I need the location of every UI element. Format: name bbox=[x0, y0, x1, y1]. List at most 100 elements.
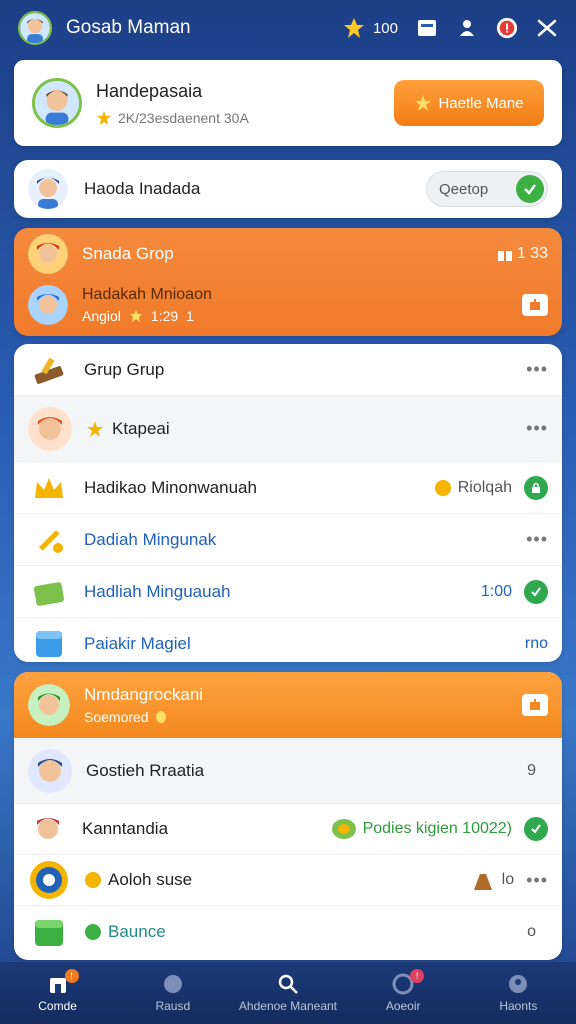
star-icon bbox=[343, 17, 365, 39]
more-icon[interactable]: ••• bbox=[526, 418, 548, 439]
share-icon[interactable] bbox=[522, 694, 548, 716]
notification-badge: ! bbox=[410, 969, 425, 983]
profile-icon bbox=[509, 975, 528, 993]
list-item[interactable]: Grup Grup ••• bbox=[14, 344, 562, 396]
featured-avatar bbox=[28, 234, 68, 274]
list-item[interactable]: Dadiah Mingunak ••• bbox=[14, 514, 562, 566]
badge-icon bbox=[85, 923, 101, 940]
group-avatar[interactable] bbox=[28, 169, 68, 209]
top-bar: Gosab Maman 100 bbox=[0, 0, 576, 56]
badge-icon bbox=[97, 110, 111, 125]
check-icon[interactable] bbox=[516, 175, 544, 203]
nav-profile[interactable]: Haonts bbox=[463, 973, 573, 1013]
lock-icon[interactable] bbox=[524, 475, 548, 500]
featured-sub-a: Angiol bbox=[82, 308, 121, 324]
bottom-group-card: Nmdangrockani Soemored Gostieh Rraatia 9… bbox=[14, 672, 562, 960]
people-icon[interactable] bbox=[456, 17, 478, 39]
list-item-label: Kanntandia bbox=[82, 819, 169, 838]
alert-icon[interactable] bbox=[496, 17, 518, 39]
star-icon bbox=[415, 95, 432, 111]
nav-label: Rausd bbox=[155, 999, 191, 1013]
list-item-value: Podies kigien 10022) bbox=[362, 820, 512, 837]
list-item-value: lo bbox=[501, 871, 515, 888]
nav-activity[interactable]: Aoeoir ! bbox=[348, 969, 458, 1013]
list-item-label: Hadliah Minguauah bbox=[84, 581, 231, 601]
list-item-label: Hadikao Minonwanuah bbox=[84, 477, 257, 497]
member-avatar bbox=[28, 285, 68, 325]
featured-message: Hadakah Mnioaon bbox=[82, 286, 212, 303]
pouch-icon bbox=[473, 874, 492, 890]
list-item-value: Riolqah bbox=[457, 478, 512, 496]
nav-label: Haonts bbox=[499, 999, 538, 1013]
group-card: Haoda Inadada Qeetop bbox=[14, 160, 562, 218]
app-title: Gosab Maman bbox=[66, 17, 191, 38]
list-item[interactable]: Kanntandia Podies kigien 10022) bbox=[14, 804, 562, 855]
group-list-card: Grup Grup ••• Ktapeai ••• Hadikao Minonw… bbox=[14, 344, 562, 662]
nav-search[interactable]: Ahdenoe Maneant bbox=[233, 973, 343, 1013]
user-avatar[interactable] bbox=[18, 11, 52, 45]
list-item[interactable]: Hadliah Minguauah 1:00 bbox=[14, 566, 562, 618]
search-placeholder: Qeetop bbox=[439, 180, 489, 198]
profile-subtitle: 2K/23esdaenent 30A bbox=[118, 109, 249, 126]
featured-sub-b: 1:29 bbox=[150, 308, 179, 324]
nav-groups[interactable]: Rausd bbox=[118, 973, 228, 1013]
bottom-card-header[interactable]: Nmdangrockani Soemored bbox=[14, 672, 562, 738]
member-avatar bbox=[28, 406, 72, 451]
list-item-label: Ktapeai bbox=[112, 418, 170, 438]
list-item-label: Baunce bbox=[108, 921, 166, 941]
list-item-value: rno bbox=[524, 635, 548, 652]
list-item[interactable]: Hadikao Minonwanuah Riolqah bbox=[14, 462, 562, 514]
more-icon[interactable]: ••• bbox=[526, 359, 548, 380]
list-item[interactable]: Aoloh suse lo ••• bbox=[14, 855, 562, 906]
nav-label: Ahdenoe Maneant bbox=[238, 999, 338, 1013]
bottom-card-title: Nmdangrockani bbox=[84, 685, 204, 704]
share-icon[interactable] bbox=[522, 294, 548, 316]
more-icon[interactable]: ••• bbox=[526, 529, 548, 550]
group-search-input[interactable]: Qeetop bbox=[426, 171, 548, 207]
inbox-icon[interactable] bbox=[416, 17, 438, 39]
wand-icon bbox=[28, 519, 70, 561]
list-item-label: Paiakir Magiel bbox=[84, 634, 191, 653]
crown-icon bbox=[28, 467, 70, 509]
list-item[interactable]: Baunce o bbox=[14, 906, 562, 957]
cube-icon bbox=[28, 911, 70, 953]
coin-icon bbox=[434, 479, 451, 496]
coin-icon bbox=[155, 711, 166, 723]
member-avatar bbox=[28, 748, 72, 793]
nav-label: Aoeoir bbox=[385, 999, 421, 1013]
cube-icon bbox=[28, 623, 70, 662]
bottom-card-subtitle: Soemored bbox=[84, 709, 149, 725]
badge-icon bbox=[85, 872, 101, 888]
list-item-label: Aoloh suse bbox=[108, 870, 193, 889]
notification-badge: ! bbox=[64, 969, 79, 983]
list-item-value: o bbox=[527, 922, 536, 940]
featured-group-card[interactable]: Snada Grop 1 33 Hadakah Mnioaon Angiol 1… bbox=[14, 228, 562, 336]
list-item-label: Dadiah Mingunak bbox=[84, 529, 217, 549]
gift-icon bbox=[28, 571, 70, 613]
member-avatar bbox=[28, 684, 70, 726]
check-icon[interactable] bbox=[524, 579, 548, 604]
check-icon[interactable] bbox=[524, 817, 548, 841]
profile-card: Handepasaia 2K/23esdaenent 30A Haetle Ma… bbox=[14, 60, 562, 146]
search-icon bbox=[278, 974, 298, 994]
bottom-nav: Comde ! Rausd Ahdenoe Maneant Aoeoir ! H… bbox=[0, 962, 576, 1024]
more-icon[interactable]: ••• bbox=[526, 870, 548, 891]
reward-icon bbox=[331, 819, 356, 839]
list-item-value: 1:00 bbox=[480, 582, 512, 600]
list-item[interactable]: Gostieh Rraatia 9 bbox=[14, 738, 562, 804]
list-item[interactable]: Ktapeai ••• bbox=[14, 396, 562, 462]
profile-action-button[interactable]: Haetle Mane bbox=[394, 80, 544, 126]
featured-sub-c: 1 bbox=[186, 308, 194, 324]
nav-label: Comde bbox=[38, 999, 77, 1013]
list-header-label: Grup Grup bbox=[84, 359, 165, 379]
profile-action-label: Haetle Mane bbox=[438, 94, 524, 112]
list-item-value: 9 bbox=[527, 761, 536, 779]
group-name: Haoda Inadada bbox=[84, 179, 201, 198]
shuffle-icon[interactable] bbox=[536, 17, 558, 39]
coin-count: 100 bbox=[372, 19, 398, 37]
profile-avatar[interactable] bbox=[32, 78, 82, 128]
list-item[interactable]: Paiakir Magiel rno bbox=[14, 618, 562, 662]
featured-title: Snada Grop bbox=[82, 244, 174, 263]
badge-icon bbox=[87, 420, 103, 437]
nav-home[interactable]: Comde ! bbox=[3, 969, 113, 1013]
